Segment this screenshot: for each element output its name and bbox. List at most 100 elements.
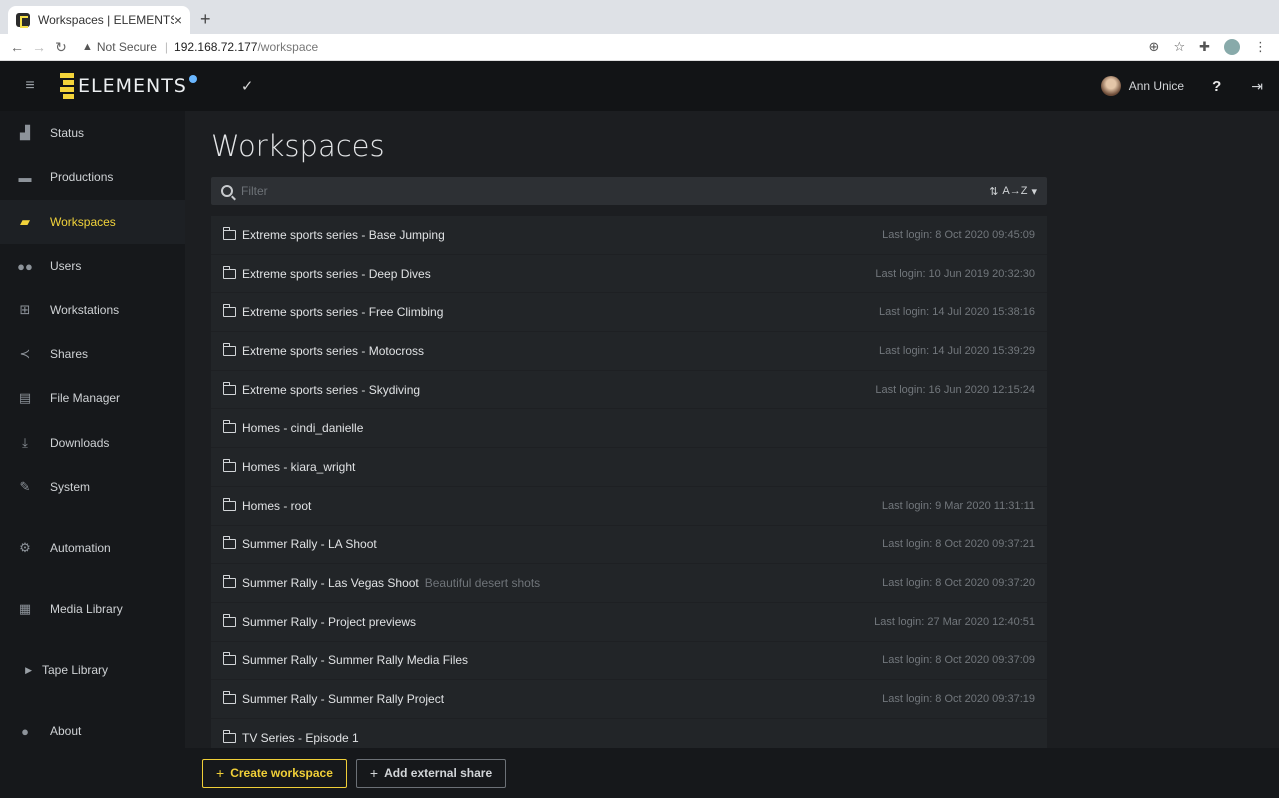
workspace-name: Extreme sports series - Base Jumping	[242, 227, 445, 242]
checkmark-icon[interactable]: ✓	[241, 77, 254, 95]
briefcase-icon: ▬	[18, 169, 32, 185]
plus-icon: +	[369, 765, 379, 781]
sidebar-item-system[interactable]: ✎ System	[0, 465, 185, 509]
sidebar-item-downloads[interactable]: ⤓ Downloads	[0, 421, 185, 465]
sort-icon: ⇅	[989, 185, 999, 198]
tab-close-icon[interactable]: ×	[174, 12, 182, 28]
sidebar-item-users[interactable]: ●● Users	[0, 244, 185, 288]
sidebar: ▟ Status ▬ Productions ▰ Workspaces ●● U…	[0, 111, 185, 798]
last-login: Last login: 10 Jun 2019 20:32:30	[875, 267, 1035, 280]
bookmark-star-icon[interactable]: ☆	[1173, 39, 1185, 55]
sort-label: A→Z	[1002, 185, 1028, 197]
workspace-name: Extreme sports series - Motocross	[242, 343, 425, 358]
workspace-row[interactable]: Extreme sports series - Free Climbing Las…	[211, 293, 1047, 333]
workspace-row[interactable]: Summer Rally - LA Shoot Last login: 8 Oct…	[211, 526, 1047, 565]
chart-icon: ▟	[20, 125, 30, 140]
caret-right-icon[interactable]: ▶	[0, 665, 42, 676]
logout-icon[interactable]: ⇥	[1251, 78, 1263, 95]
filter-input[interactable]	[241, 184, 990, 198]
browser-menu-icon[interactable]: ⋮	[1254, 39, 1267, 55]
create-workspace-label: Create workspace	[230, 766, 333, 780]
workspace-row[interactable]: Summer Rally - Summer Rally Project Last …	[211, 680, 1047, 719]
workspace-row[interactable]: Extreme sports series - Skydiving Last lo…	[211, 371, 1047, 410]
page-title: Workspaces	[211, 129, 385, 163]
profile-avatar-icon[interactable]	[1224, 39, 1240, 55]
zoom-icon[interactable]: ⊕	[1149, 39, 1160, 55]
browser-tab[interactable]: Workspaces | ELEMENTS ×	[8, 6, 190, 34]
reload-icon[interactable]: ↻	[50, 39, 72, 56]
folder-open-icon: ▰	[20, 214, 30, 229]
workspace-name: Summer Rally - Summer Rally Project	[242, 692, 445, 707]
workspace-row[interactable]: Summer Rally - Project previews Last logi…	[211, 603, 1047, 642]
workspace-name: Extreme sports series - Deep Dives	[242, 266, 431, 281]
extensions-icon[interactable]: ✚	[1199, 39, 1210, 55]
url-separator: |	[164, 40, 169, 54]
filter-bar: ⇅ A→Z ▾	[211, 177, 1047, 205]
hamburger-menu-icon[interactable]: ≡	[0, 77, 60, 95]
last-login: Last login: 27 Mar 2020 12:40:51	[874, 615, 1035, 628]
sidebar-item-about[interactable]: ● About	[0, 709, 185, 753]
workspace-row[interactable]: Homes - kiara_wright	[211, 448, 1047, 487]
sidebar-item-tape-library[interactable]: ▶ Tape Library	[0, 648, 185, 692]
browser-actions: ⊕ ☆ ✚ ⋮	[1149, 39, 1267, 55]
folder-icon	[222, 381, 236, 395]
gears-icon: ⚙	[19, 540, 31, 555]
workspace-row[interactable]: Extreme sports series - Deep Dives Last l…	[211, 255, 1047, 294]
elements-favicon-icon	[16, 13, 30, 28]
elements-logo[interactable]: ELEMENTS	[60, 73, 197, 99]
logo-mark-icon	[60, 73, 74, 99]
logo-status-dot	[188, 75, 197, 83]
workspace-list: Extreme sports series - Base Jumping Last…	[211, 216, 1047, 758]
workspace-name: Homes - kiara_wright	[242, 459, 356, 474]
folder-icon	[222, 497, 236, 511]
last-login: Last login: 9 Mar 2020 11:31:11	[881, 499, 1035, 512]
search-icon	[221, 185, 233, 197]
sidebar-item-status[interactable]: ▟ Status	[0, 111, 185, 155]
last-login: Last login: 8 Oct 2020 09:37:09	[882, 654, 1035, 667]
sidebar-item-shares[interactable]: ≺ Shares	[0, 332, 185, 376]
sidebar-item-workspaces[interactable]: ▰ Workspaces	[0, 200, 185, 244]
sidebar-item-label: System	[50, 480, 91, 494]
folder-icon	[222, 691, 236, 705]
folder-icon	[222, 575, 236, 589]
workspace-row[interactable]: Summer Rally - Summer Rally Media Files L…	[211, 642, 1047, 681]
user-avatar[interactable]	[1100, 76, 1121, 96]
url-field[interactable]: ▲ Not Secure | 192.168.72.177 /workspace	[82, 40, 1149, 54]
last-login: Last login: 8 Oct 2020 09:37:19	[882, 693, 1035, 706]
workspace-row[interactable]: Extreme sports series - Base Jumping Last…	[211, 216, 1047, 255]
new-tab-button[interactable]: +	[200, 9, 211, 30]
create-workspace-button[interactable]: + Create workspace	[202, 758, 347, 788]
network-icon: ⊞	[19, 302, 31, 317]
sidebar-item-automation[interactable]: ⚙ Automation	[0, 526, 185, 570]
users-icon: ●●	[17, 258, 33, 274]
footer-action-bar: + Create workspace + Add external share	[185, 748, 1279, 798]
sidebar-item-workstations[interactable]: ⊞ Workstations	[0, 288, 185, 332]
sidebar-item-file-manager[interactable]: ▤ File Manager	[0, 376, 185, 420]
user-name[interactable]: Ann Unice	[1129, 79, 1184, 93]
workspace-name: Summer Rally - Project previews	[242, 614, 417, 629]
workspace-row[interactable]: Homes - cindi_danielle	[211, 409, 1047, 449]
sidebar-item-label: File Manager	[50, 391, 121, 405]
not-secure-label: Not Secure	[96, 40, 157, 54]
sidebar-item-label: Status	[50, 126, 85, 140]
workspace-row[interactable]: Summer Rally - Las Vegas Shoot Beautiful …	[211, 564, 1047, 603]
sort-dropdown[interactable]: ⇅ A→Z ▾	[989, 185, 1037, 198]
back-arrow-icon[interactable]: ←	[6, 39, 28, 55]
workspace-row[interactable]: Extreme sports series - Motocross Last lo…	[211, 332, 1047, 371]
sidebar-item-label: Tape Library	[42, 663, 109, 677]
folder-icon	[222, 536, 236, 550]
folder-icon	[222, 458, 236, 472]
last-login: Last login: 16 Jun 2020 12:15:24	[875, 383, 1035, 396]
sidebar-item-media-library[interactable]: ▦ Media Library	[0, 587, 185, 631]
workspace-row[interactable]: Homes - root Last login: 9 Mar 2020 11:31…	[211, 487, 1047, 526]
add-external-share-button[interactable]: + Add external share	[355, 758, 507, 788]
app-header: ≡ ELEMENTS ✓ Ann Unice ? ⇥	[0, 61, 1279, 111]
forward-arrow-icon[interactable]: →	[28, 39, 50, 55]
workspace-name: Extreme sports series - Skydiving	[242, 382, 421, 397]
film-icon: ▦	[18, 601, 32, 616]
sidebar-item-label: Workspaces	[50, 215, 116, 229]
sidebar-item-productions[interactable]: ▬ Productions	[0, 155, 185, 199]
help-icon[interactable]: ?	[1212, 78, 1221, 95]
sidebar-item-label: Downloads	[50, 436, 110, 450]
main-content: Workspaces ⇅ A→Z ▾ Extreme sports series…	[185, 111, 1279, 758]
